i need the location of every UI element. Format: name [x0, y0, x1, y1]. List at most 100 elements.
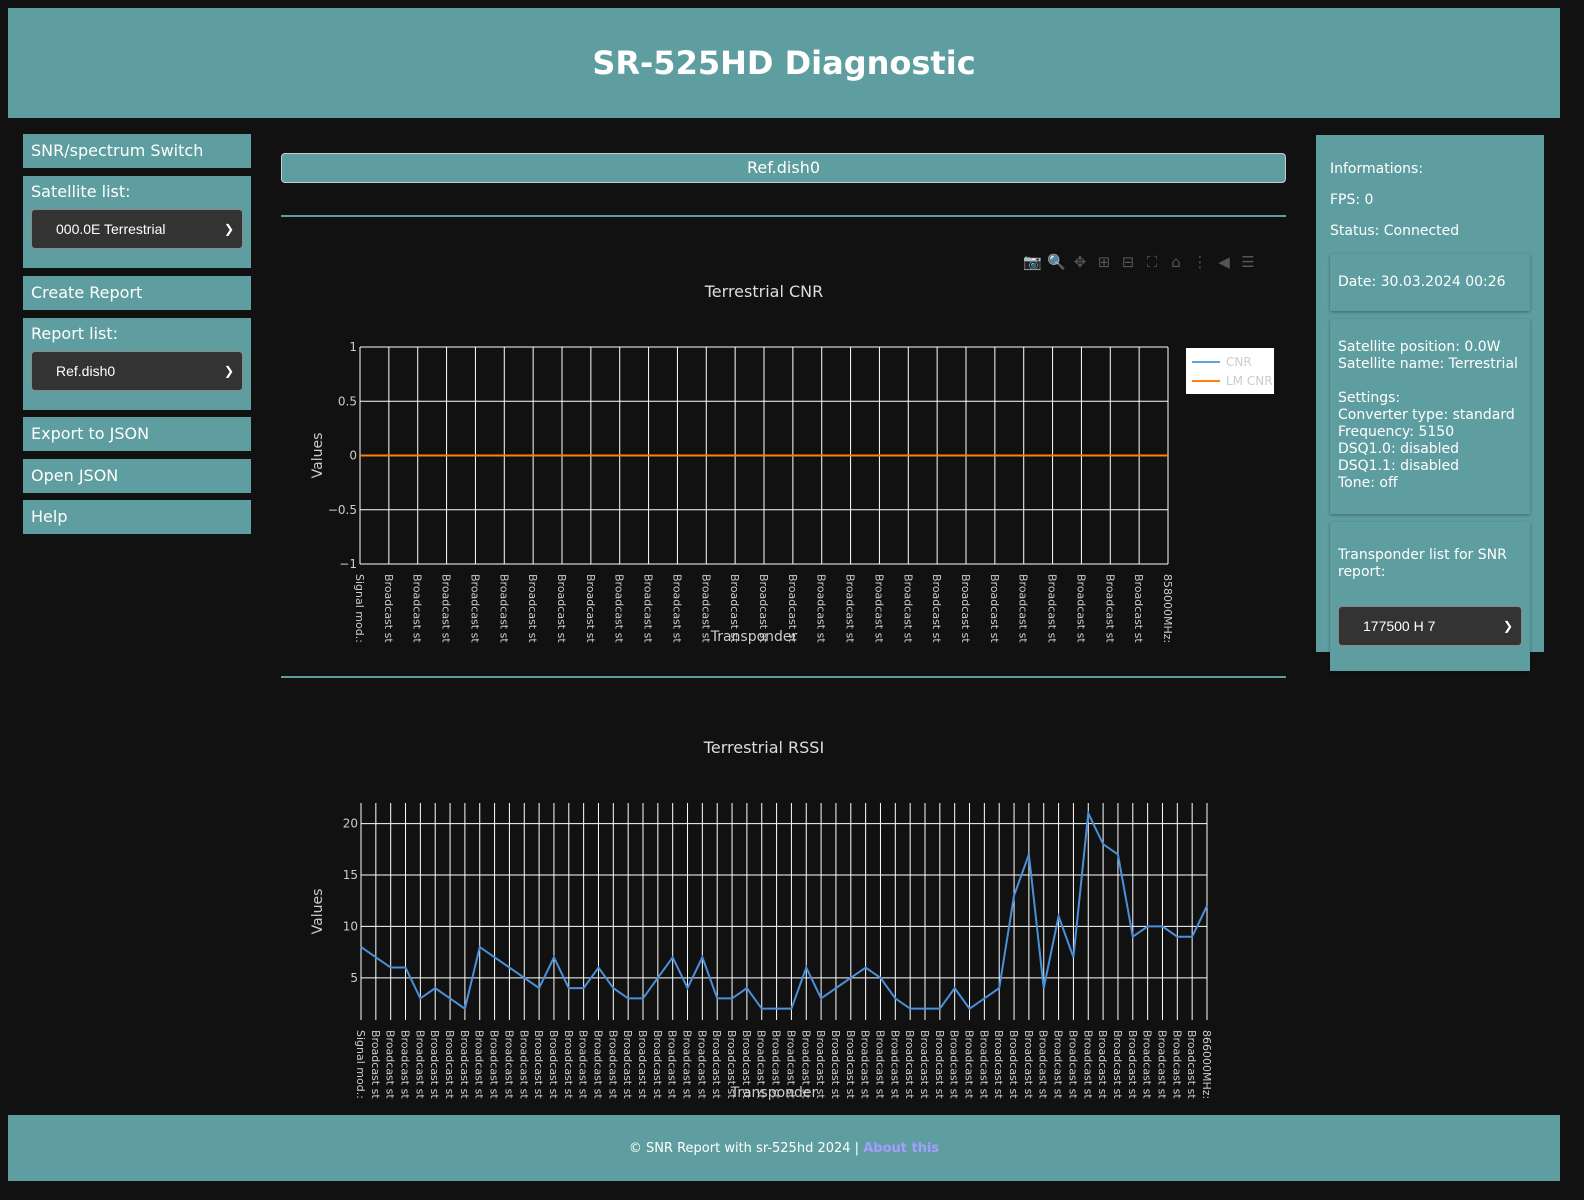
x-tick-label: Broadcast st — [1185, 1030, 1198, 1099]
x-tick-label: Broadcast st — [606, 1030, 619, 1099]
x-tick-label: 858000MHz: — [1161, 574, 1174, 643]
reset-axes-icon[interactable]: ⌂ — [1167, 253, 1185, 271]
x-tick-label: Broadcast st — [977, 1030, 990, 1099]
report-list-label: Report list: — [31, 324, 119, 343]
footer: © SNR Report with sr-525hd 2024 | About … — [8, 1115, 1560, 1181]
legend-label: CNR — [1226, 355, 1252, 369]
info-panel: Informations: FPS: 0 Status: Connected D… — [1316, 135, 1544, 671]
x-tick-label: Broadcast st — [757, 574, 770, 643]
satellite-list-label: Satellite list: — [31, 182, 131, 201]
transponder-select[interactable]: 177500 H 7 ❯ — [1338, 606, 1522, 646]
x-tick-label: Broadcast st — [918, 1030, 931, 1099]
divider — [281, 215, 1286, 217]
y-tick-label: 10 — [343, 919, 358, 933]
legend-box — [1186, 348, 1274, 394]
x-tick-label: Broadcast st — [526, 574, 539, 643]
x-tick-label: Signal mod.: — [354, 1030, 367, 1099]
x-tick-label: Broadcast st — [666, 1030, 679, 1099]
x-tick-label: Broadcast st — [872, 574, 885, 643]
x-tick-label: Broadcast st — [382, 574, 395, 643]
y-tick-label: 0 — [349, 449, 357, 463]
x-tick-label: Broadcast st — [901, 574, 914, 643]
zoom-icon[interactable]: 🔍 — [1047, 253, 1066, 271]
x-tick-label: Broadcast st — [584, 574, 597, 643]
x-tick-label: Broadcast st — [844, 1030, 857, 1099]
x-tick-label: Broadcast st — [829, 1030, 842, 1099]
chart-title: Terrestrial CNR — [704, 282, 824, 301]
x-tick-label: Broadcast st — [815, 574, 828, 643]
x-tick-label: Broadcast st — [799, 1030, 812, 1099]
y-tick-label: −1 — [339, 557, 357, 571]
x-tick-label: Broadcast st — [1132, 574, 1145, 643]
chevron-down-icon: ❯ — [223, 364, 234, 378]
x-tick-label: Broadcast st — [384, 1030, 397, 1099]
about-link[interactable]: About this — [863, 1141, 939, 1156]
x-tick-label: Broadcast st — [1126, 1030, 1139, 1099]
y-tick-label: −0.5 — [328, 503, 357, 517]
x-tick-label: Broadcast st — [413, 1030, 426, 1099]
zoom-out-icon[interactable]: ⊟ — [1119, 253, 1137, 271]
transponder-selected-value: 177500 H 7 — [1363, 617, 1436, 634]
open-json-button[interactable]: Open JSON — [23, 459, 251, 493]
x-axis-label: Transponder — [730, 1085, 818, 1101]
x-tick-label: Broadcast st — [1074, 574, 1087, 643]
x-tick-label: Broadcast st — [725, 1030, 738, 1099]
y-tick-label: 15 — [343, 868, 358, 882]
x-tick-label: Broadcast st — [1170, 1030, 1183, 1099]
x-tick-label: Broadcast st — [1037, 1030, 1050, 1099]
series-line-rssi — [360, 809, 1208, 1011]
spike-lines-icon[interactable]: ⋮ — [1191, 253, 1209, 271]
y-tick-label: 5 — [350, 971, 358, 985]
pan-icon[interactable]: ✥ — [1071, 253, 1089, 271]
satellite-selected-value: 000.0E Terrestrial — [56, 221, 166, 237]
chart-toolbar: 📷 🔍 ✥ ⊞ ⊟ ⛶ ⌂ ⋮ ◀ ☰ — [1023, 253, 1257, 271]
x-tick-label: Broadcast st — [636, 1030, 649, 1099]
x-tick-label: Broadcast st — [1017, 574, 1030, 643]
report-title-button[interactable]: Ref.dish0 — [281, 153, 1286, 183]
help-button[interactable]: Help — [23, 500, 251, 534]
snr-spectrum-switch-button[interactable]: SNR/spectrum Switch — [23, 134, 251, 168]
x-tick-label: Broadcast st — [1007, 1030, 1020, 1099]
x-tick-label: Broadcast st — [844, 574, 857, 643]
x-tick-label: Broadcast st — [613, 574, 626, 643]
x-tick-label: Broadcast st — [873, 1030, 886, 1099]
x-tick-label: Broadcast st — [933, 1030, 946, 1099]
x-tick-label: Broadcast st — [1022, 1030, 1035, 1099]
footer-text: © SNR Report with sr-525hd 2024 | — [628, 1140, 860, 1156]
x-tick-label: Broadcast st — [755, 1030, 768, 1099]
zoom-in-icon[interactable]: ⊞ — [1095, 253, 1113, 271]
x-tick-label: Broadcast st — [695, 1030, 708, 1099]
x-tick-label: Broadcast st — [440, 574, 453, 643]
x-tick-label: Broadcast st — [1103, 574, 1116, 643]
hover-compare-icon[interactable]: ☰ — [1239, 253, 1257, 271]
camera-icon[interactable]: 📷 — [1023, 253, 1042, 271]
legend-label: LM CNR — [1226, 374, 1273, 388]
y-axis-label: Values — [310, 433, 326, 479]
x-tick-label: Broadcast st — [859, 1030, 872, 1099]
export-json-button[interactable]: Export to JSON — [23, 417, 251, 451]
x-tick-label: Broadcast st — [992, 1030, 1005, 1099]
transponder-card: Transponder list for SNR report: 177500 … — [1330, 522, 1530, 671]
x-tick-label: Broadcast st — [411, 574, 424, 643]
x-tick-label: Broadcast st — [786, 574, 799, 643]
create-report-button[interactable]: Create Report — [23, 276, 251, 310]
satellite-list-panel: Satellite list: 000.0E Terrestrial ❯ — [23, 176, 251, 268]
fps-text: FPS: 0 — [1330, 192, 1374, 208]
x-tick-label: Broadcast st — [1081, 1030, 1094, 1099]
report-select[interactable]: Ref.dish0 ❯ — [31, 351, 243, 391]
x-tick-label: Broadcast st — [670, 574, 683, 643]
satellite-info-card: Satellite position: 0.0W Satellite name:… — [1330, 319, 1530, 514]
x-tick-label: Broadcast st — [547, 1030, 560, 1099]
autoscale-icon[interactable]: ⛶ — [1143, 253, 1161, 271]
chart-title: Terrestrial RSSI — [703, 738, 824, 757]
x-tick-label: Broadcast st — [784, 1030, 797, 1099]
y-axis-label: Values — [310, 889, 326, 935]
x-tick-label: Broadcast st — [555, 574, 568, 643]
chevron-down-icon: ❯ — [223, 222, 234, 236]
hover-closest-icon[interactable]: ◀ — [1215, 253, 1233, 271]
y-tick-label: 0.5 — [338, 394, 357, 408]
x-tick-label: Broadcast st — [1141, 1030, 1154, 1099]
x-tick-label: Broadcast st — [369, 1030, 382, 1099]
x-tick-label: Broadcast st — [814, 1030, 827, 1099]
satellite-select[interactable]: 000.0E Terrestrial ❯ — [31, 209, 243, 249]
